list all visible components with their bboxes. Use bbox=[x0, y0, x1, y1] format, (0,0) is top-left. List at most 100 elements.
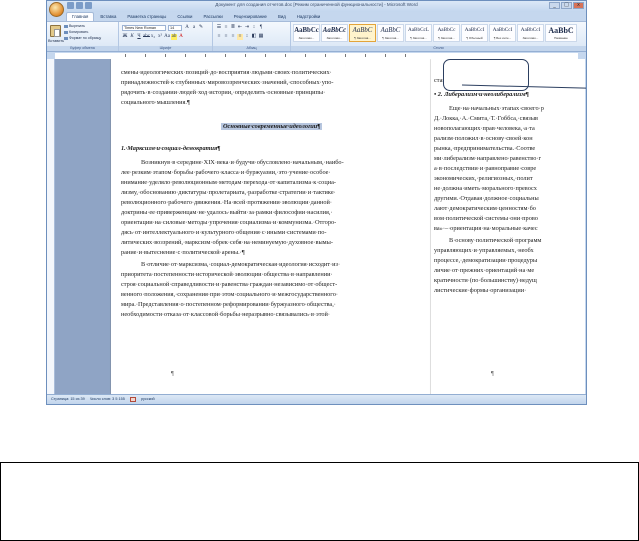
subsection-heading: • 2. Либерализм·и·неолиберализм¶ bbox=[434, 91, 529, 98]
highlight-icon[interactable]: ab bbox=[171, 34, 177, 40]
font-size-buttons: A a ✎ bbox=[184, 25, 204, 31]
style-sample: AaBbCcI bbox=[520, 27, 541, 33]
style-sample: AaBbCcI bbox=[492, 27, 513, 33]
format-painter-button[interactable]: Формат по образцу bbox=[64, 36, 101, 40]
minimize-button[interactable]: _ bbox=[549, 2, 560, 9]
text-line: рядочить·в·создании·людей·ход·истории,·о… bbox=[121, 89, 326, 96]
callout-shape[interactable] bbox=[443, 59, 529, 91]
word-counter[interactable]: Число слов: 3 5 155 bbox=[90, 397, 125, 401]
text-line: революционного·рабочего·движения.·На·все… bbox=[121, 199, 332, 206]
section-heading[interactable]: Основные·современные·идеологии¶ bbox=[221, 123, 323, 130]
style-name: Название bbox=[554, 36, 568, 40]
text-line: процессе,·демократизации·процедуры bbox=[434, 257, 538, 264]
text-line: а·в·последствии·и·равноправие·совре bbox=[434, 165, 537, 172]
paste-button[interactable]: Вставить bbox=[48, 39, 64, 43]
ruler-tick bbox=[205, 54, 206, 57]
page-counter[interactable]: Страница: 15 из 39 bbox=[51, 397, 85, 401]
style-name: Заголово... bbox=[522, 36, 539, 40]
ruler-tick bbox=[185, 54, 186, 57]
underline-icon[interactable]: Ч bbox=[136, 34, 142, 40]
document-page-left[interactable]: смены·идеологических·позиций·до·восприят… bbox=[111, 59, 431, 395]
text-line: принадлежностей·к·глубинных·мировоззренч… bbox=[121, 79, 334, 86]
text-line: вом·политической·системы·они·прово bbox=[434, 215, 538, 222]
bold-icon[interactable]: Ж bbox=[122, 34, 128, 40]
superscript-icon[interactable]: x² bbox=[157, 34, 163, 40]
text-line: ориентации·на·силовые·методы·упрочения·с… bbox=[121, 219, 337, 226]
subscript-icon[interactable]: x₂ bbox=[150, 34, 156, 40]
language-indicator[interactable]: русский bbox=[141, 397, 155, 401]
italic-icon[interactable]: К bbox=[129, 34, 135, 40]
decrease-indent-icon[interactable]: ⇤ bbox=[237, 25, 243, 31]
style-tile[interactable]: AaBbC ¶ Заголов... bbox=[377, 24, 404, 42]
strike-icon[interactable]: abc bbox=[143, 34, 150, 40]
font-size-box[interactable]: 14 bbox=[168, 25, 182, 31]
bullets-icon[interactable]: ☰ bbox=[216, 25, 222, 31]
style-name: ¶ Заголов... bbox=[438, 36, 455, 40]
style-tile[interactable]: AaBbCcI Заголово... bbox=[517, 24, 544, 42]
tab-mailings[interactable]: Рассылки bbox=[198, 12, 227, 21]
style-tile[interactable]: AaBbCcI ¶ Обычный bbox=[461, 24, 488, 42]
borders-icon[interactable]: ▦ bbox=[258, 34, 264, 40]
styles-group-label: Стили bbox=[291, 46, 586, 51]
ribbon: Вставить Вырезать Копировать Формат по о… bbox=[47, 21, 586, 52]
style-name: Заголово... bbox=[326, 36, 343, 40]
style-tile[interactable]: AaBbCc ¶ Заголов... bbox=[433, 24, 460, 42]
tab-insert[interactable]: Вставка bbox=[95, 12, 121, 21]
close-button[interactable]: x bbox=[573, 2, 584, 9]
grow-font-icon[interactable]: A bbox=[184, 25, 190, 31]
sort-icon[interactable]: ↕ bbox=[251, 25, 257, 31]
clipboard-group: Вставить Вырезать Копировать Формат по о… bbox=[47, 22, 119, 51]
numbering-icon[interactable]: ≡ bbox=[223, 25, 229, 31]
multilevel-icon[interactable]: ≣ bbox=[230, 25, 236, 31]
vertical-ruler[interactable] bbox=[47, 59, 55, 395]
justify-icon[interactable]: ≡ bbox=[237, 34, 243, 40]
list-buttons: ☰ ≡ ≣ ⇤ ⇥ ↕ ¶ bbox=[216, 25, 264, 31]
font-color-icon[interactable]: A bbox=[178, 34, 184, 40]
tab-home[interactable]: Главная bbox=[66, 12, 95, 21]
text-line: Д.·Локка,·А.·Смита,·Т.·Гоббса,·связыв bbox=[434, 115, 538, 122]
style-tile[interactable]: AaBbC Название bbox=[545, 24, 577, 42]
text-line: лее·резким·этапом·борьбы·рабочего·класса… bbox=[121, 169, 331, 176]
office-button[interactable] bbox=[49, 2, 64, 17]
clear-format-icon[interactable]: ✎ bbox=[198, 25, 204, 31]
style-tile[interactable]: AaBbCc Заголово... bbox=[293, 24, 320, 42]
case-icon[interactable]: Aa bbox=[164, 34, 170, 40]
shading-icon[interactable]: ◧ bbox=[251, 34, 257, 40]
tab-view[interactable]: Вид bbox=[273, 12, 291, 21]
style-sample: AaBbC bbox=[380, 27, 401, 34]
text-line: управляющих·и·управляемых,·необх bbox=[434, 247, 534, 254]
paste-icon[interactable] bbox=[50, 25, 61, 37]
document-page-right[interactable]: стандарт • 2. Либерализм·и·неолиберализм… bbox=[431, 59, 585, 395]
tab-review[interactable]: Рецензирование bbox=[229, 12, 272, 21]
font-name-box[interactable]: Times New Roman bbox=[122, 25, 166, 31]
text-line: внимание·уделяло·революционным·методам·п… bbox=[121, 179, 336, 186]
pilcrow-icon[interactable]: ¶ bbox=[258, 25, 264, 31]
align-left-icon[interactable]: ≡ bbox=[216, 34, 222, 40]
line-spacing-icon[interactable]: ↕ bbox=[244, 34, 250, 40]
ruler-tick bbox=[245, 54, 246, 57]
paragraph-group: ☰ ≡ ≣ ⇤ ⇥ ↕ ¶ ≡ ≡ ≡ ≡ ↕ ◧ ▦ Абзац bbox=[213, 22, 291, 51]
clipboard-group-label: Буфер обмена bbox=[47, 46, 118, 51]
tab-addins[interactable]: Надстройки bbox=[292, 12, 326, 21]
style-name: ¶ Заголов... bbox=[382, 36, 399, 40]
tab-page-layout[interactable]: Разметка страницы bbox=[122, 12, 171, 21]
tab-references[interactable]: Ссылки bbox=[172, 12, 197, 21]
shrink-font-icon[interactable]: a bbox=[191, 25, 197, 31]
align-center-icon[interactable]: ≡ bbox=[223, 34, 229, 40]
style-tile[interactable]: AaBbCcL ¶ Заголов... bbox=[405, 24, 432, 42]
text-line: листические·формы·организации· bbox=[434, 287, 527, 294]
style-sample: AaBbC bbox=[352, 27, 373, 34]
maximize-button[interactable]: □ bbox=[561, 2, 572, 9]
spellcheck-icon[interactable] bbox=[129, 396, 136, 402]
align-right-icon[interactable]: ≡ bbox=[230, 34, 236, 40]
cut-button[interactable]: Вырезать bbox=[64, 24, 85, 28]
increase-indent-icon[interactable]: ⇥ bbox=[244, 25, 250, 31]
copy-label: Копировать bbox=[69, 30, 89, 34]
style-tile-selected[interactable]: AaBbC ¶ Заголов... bbox=[349, 24, 376, 42]
style-tile[interactable]: AaBbCc Заголово... bbox=[321, 24, 348, 42]
style-tile[interactable]: AaBbCcI ¶ Без инте... bbox=[489, 24, 516, 42]
text-line: приоритета·постепенности·исторической·эв… bbox=[121, 271, 333, 278]
style-sample: AaBbC bbox=[548, 26, 574, 35]
copy-button[interactable]: Копировать bbox=[64, 30, 88, 34]
text-line: смены·идеологических·позиций·до·восприят… bbox=[121, 69, 332, 76]
